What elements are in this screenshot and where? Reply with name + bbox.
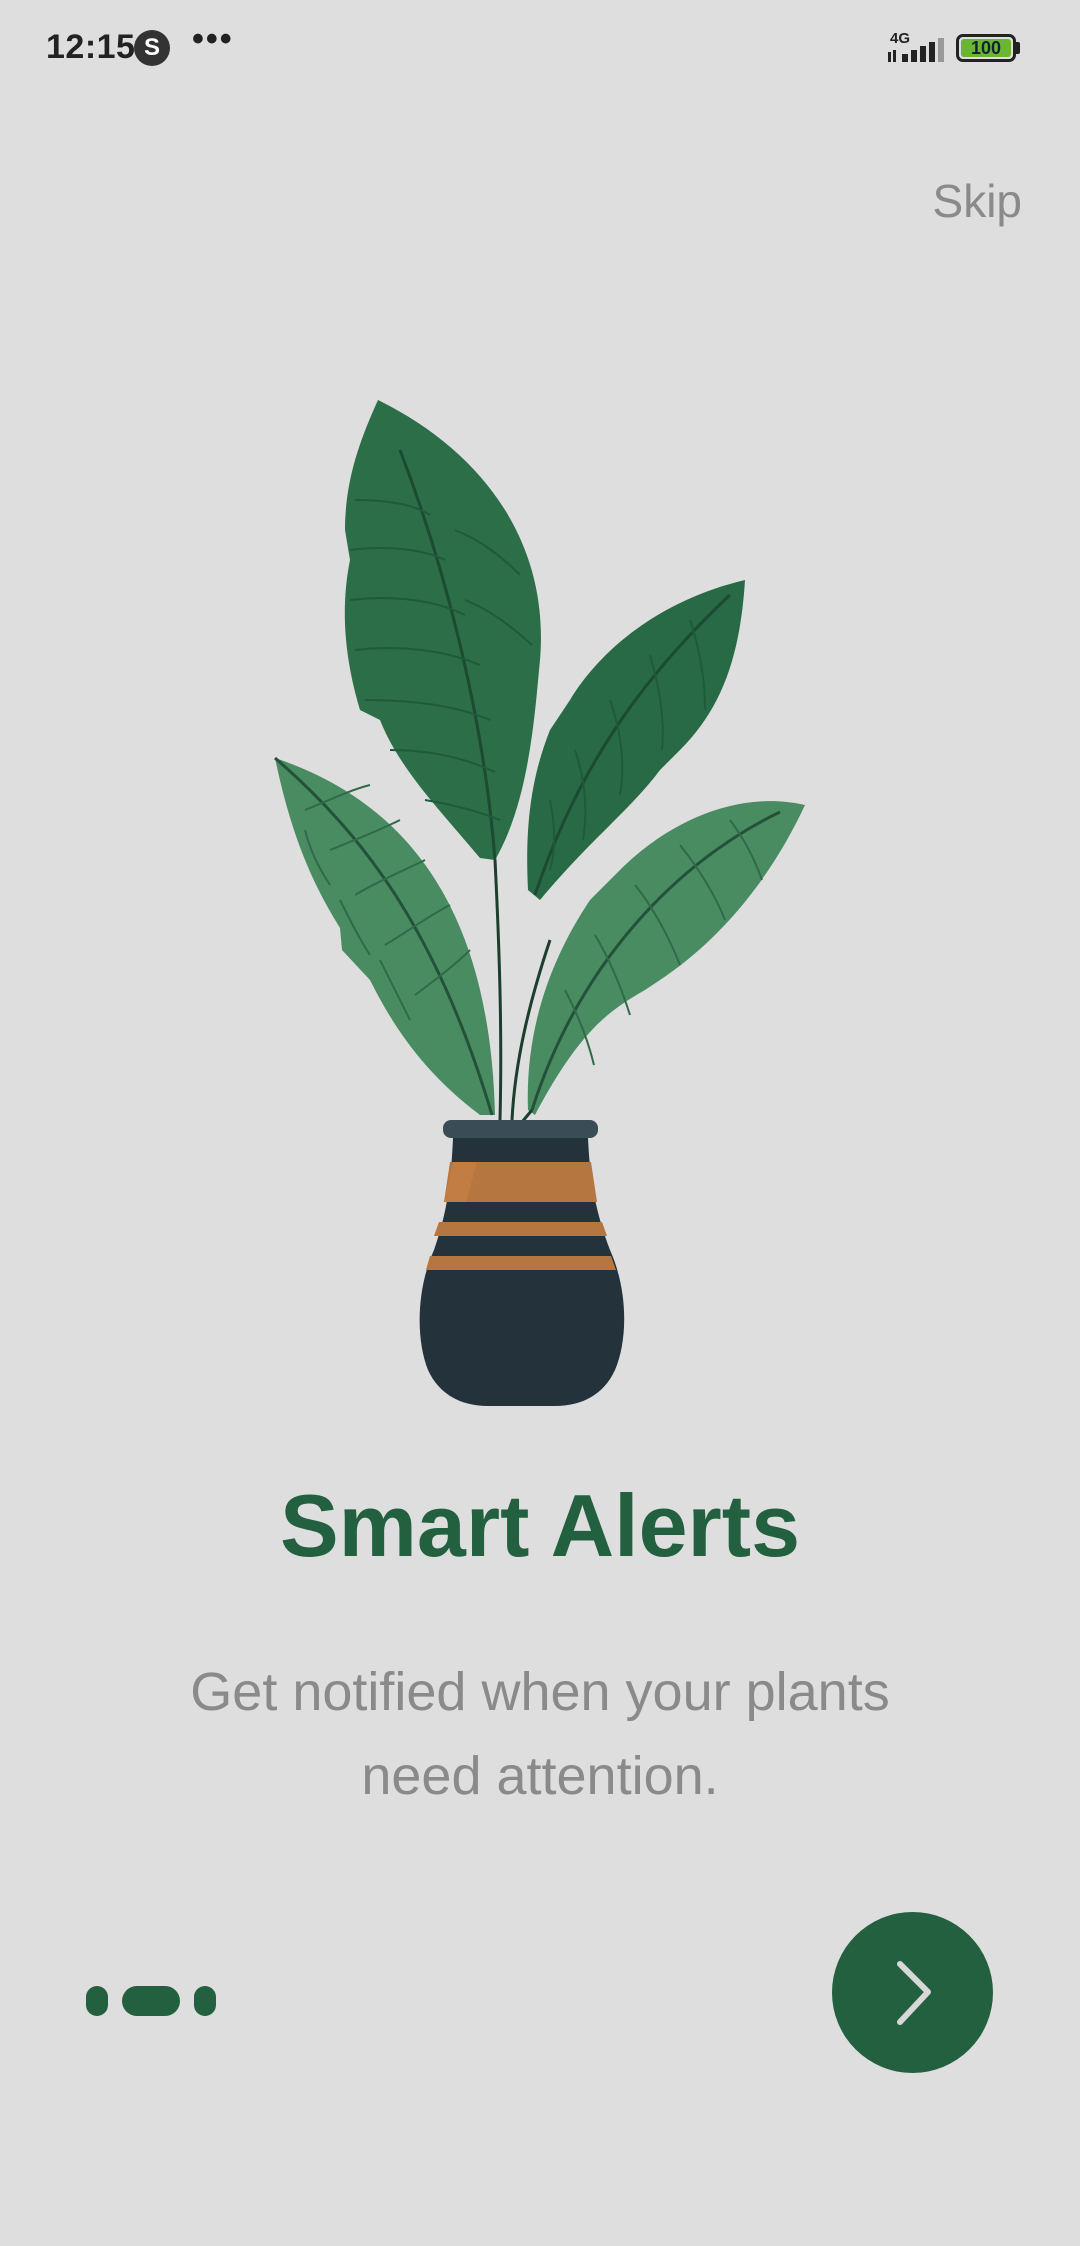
plant-illustration (274, 400, 805, 1406)
next-button[interactable] (832, 1912, 993, 2073)
app-notification-icon: S (134, 30, 170, 66)
battery-level: 100 (961, 39, 1011, 57)
chevron-right-icon (897, 1961, 931, 2025)
signal-strength-icon (888, 38, 944, 62)
battery-icon: 100 (956, 34, 1016, 62)
page-dot-1[interactable] (86, 1986, 108, 2016)
status-time: 12:15 (46, 28, 136, 66)
status-bar: 12:15 S ••• 4G 100 (0, 0, 1080, 100)
page-description: Get notified when your plants need atten… (190, 1662, 890, 1806)
page-title: Smart Alerts (279, 1476, 801, 1575)
page-dot-3[interactable] (194, 1986, 216, 2016)
battery-tip (1016, 42, 1020, 54)
page-indicator (86, 1986, 216, 2016)
skip-button[interactable]: Skip (933, 174, 1022, 228)
more-notifications-icon: ••• (192, 20, 234, 58)
page-dot-2-active[interactable] (122, 1986, 180, 2016)
